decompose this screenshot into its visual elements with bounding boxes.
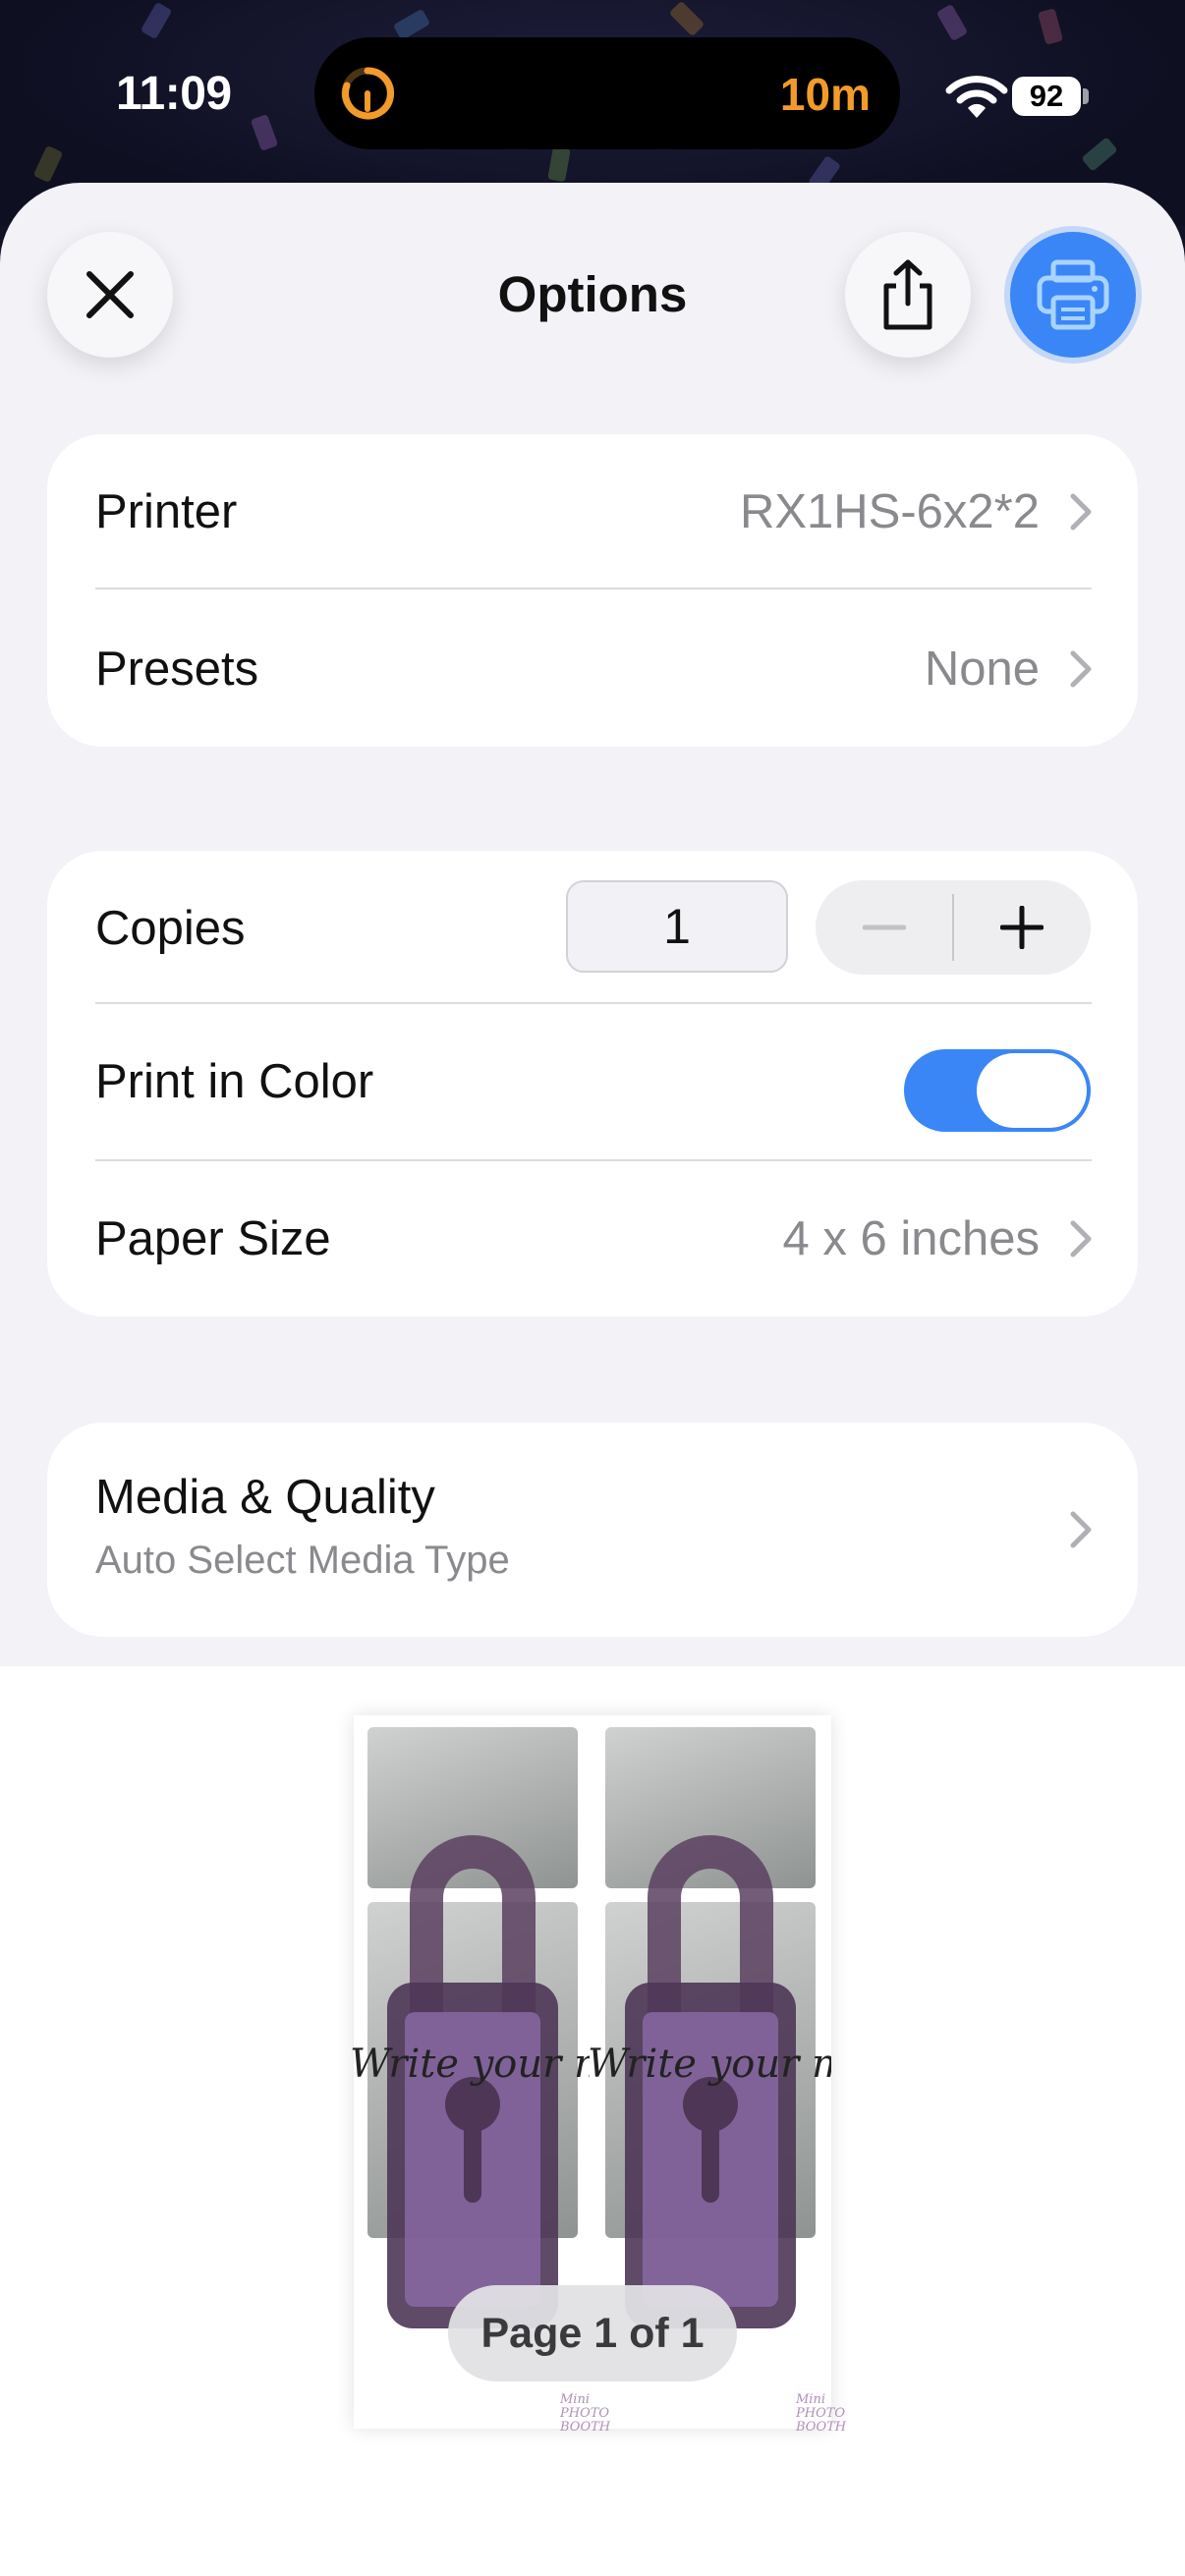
print-in-color-toggle[interactable]: [904, 1049, 1091, 1132]
status-time: 11:09: [116, 68, 232, 120]
printer-card: Printer RX1HS-6x2*2 Presets None: [47, 434, 1138, 747]
battery-tip: [1083, 88, 1089, 104]
plus-icon: [1000, 906, 1044, 949]
divider: [95, 588, 1092, 589]
print-settings-card: Copies 1 Print in Color Paper Size 4 x 6…: [47, 851, 1138, 1316]
timer-icon: [341, 67, 395, 120]
media-quality-subtitle: Auto Select Media Type: [95, 1539, 510, 1582]
confetti-decoration: [140, 1, 173, 40]
printer-value: RX1HS-6x2*2: [739, 485, 1040, 538]
confetti-decoration: [935, 3, 969, 42]
page-title: Options: [497, 266, 688, 322]
printer-row[interactable]: Printer RX1HS-6x2*2: [47, 434, 1138, 589]
copies-stepper: [816, 880, 1091, 975]
copies-row: Copies 1: [47, 851, 1138, 1006]
confetti-decoration: [547, 145, 571, 183]
printer-label: Printer: [95, 485, 238, 538]
confetti-decoration: [250, 113, 279, 152]
presets-label: Presets: [95, 643, 259, 696]
printer-icon: [1037, 259, 1109, 330]
activity-timer-text: 10m: [779, 69, 871, 120]
print-button[interactable]: [1010, 232, 1136, 358]
dynamic-island[interactable]: 10m: [314, 37, 900, 149]
minus-icon: [863, 924, 906, 930]
confetti-decoration: [392, 8, 431, 41]
paper-size-label: Paper Size: [95, 1212, 331, 1265]
message-overlay: Write your message: [350, 2042, 590, 2087]
confetti-decoration: [1081, 137, 1118, 172]
share-icon: [883, 259, 932, 330]
increment-button[interactable]: [953, 880, 1091, 975]
battery-indicator: 92: [1012, 77, 1081, 116]
message-overlay: Write your message: [588, 2042, 831, 2087]
photo-booth-logo: Mini PHOTO BOOTH: [560, 2392, 611, 2435]
paper-size-value: 4 x 6 inches: [782, 1212, 1041, 1265]
page-indicator: Page 1 of 1: [448, 2285, 737, 2381]
copies-label: Copies: [95, 902, 246, 955]
media-quality-row[interactable]: Media & Quality Auto Select Media Type: [47, 1423, 1138, 1637]
wifi-icon: [945, 76, 1008, 118]
print-in-color-row: Print in Color: [47, 1004, 1138, 1159]
presets-row[interactable]: Presets None: [47, 591, 1138, 747]
media-quality-title: Media & Quality: [95, 1471, 435, 1524]
paper-size-row[interactable]: Paper Size 4 x 6 inches: [47, 1161, 1138, 1316]
chevron-right-icon: [1070, 650, 1092, 688]
chevron-right-icon: [1070, 493, 1092, 531]
chevron-right-icon: [1070, 1220, 1092, 1258]
confetti-decoration: [32, 144, 64, 184]
presets-value: None: [924, 643, 1040, 696]
share-button[interactable]: [845, 232, 971, 358]
confetti-decoration: [1037, 8, 1064, 45]
decrement-button[interactable]: [816, 880, 953, 975]
toggle-knob: [977, 1053, 1087, 1128]
print-in-color-label: Print in Color: [95, 1055, 374, 1108]
copies-field[interactable]: 1: [566, 880, 788, 973]
photo-booth-logo: Mini PHOTO BOOTH: [796, 2392, 847, 2435]
confetti-decoration: [668, 0, 705, 37]
chevron-right-icon: [1070, 1511, 1092, 1548]
